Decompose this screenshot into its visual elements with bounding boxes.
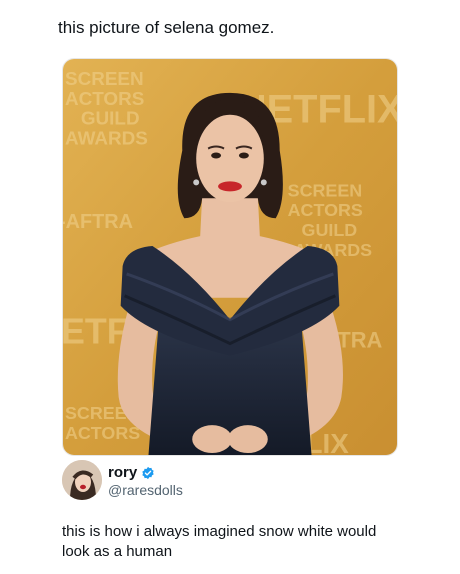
backdrop-word: ACTORS xyxy=(65,89,144,110)
avatar-image xyxy=(62,460,102,500)
backdrop-word: GUILD xyxy=(81,109,140,130)
avatar[interactable] xyxy=(62,460,102,500)
backdrop-word: ETF xyxy=(63,312,129,352)
backdrop-word: TRA xyxy=(337,328,382,353)
backdrop-word: GUILD xyxy=(302,220,358,240)
backdrop-word: ACTORS xyxy=(65,423,140,443)
tweet-text: this is how i always imagined snow white… xyxy=(62,523,377,560)
display-name[interactable]: rory xyxy=(108,464,137,481)
user-handle[interactable]: @raresdolls xyxy=(108,482,183,498)
backdrop-word: -AFTRA xyxy=(63,211,133,233)
post-caption: this picture of selena gomez. xyxy=(58,18,275,37)
backdrop-word: SCREEN xyxy=(65,69,144,90)
tweet-photo[interactable]: SCREEN ACTORS GUILD AWARDS NETFLIX SCREE… xyxy=(62,58,398,456)
backdrop-word: SCREEN xyxy=(288,180,363,200)
backdrop-word: ACTORS xyxy=(288,200,363,220)
backdrop-word: AWARDS xyxy=(65,129,148,150)
verified-badge-icon xyxy=(142,466,154,479)
photo-illustration: SCREEN ACTORS GUILD AWARDS NETFLIX SCREE… xyxy=(63,59,397,455)
author-row: rory xyxy=(108,464,155,481)
